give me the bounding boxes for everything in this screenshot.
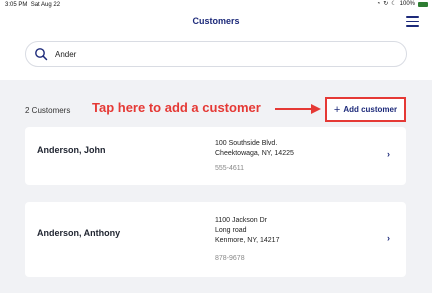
status-bar: 3:05 PM Sat Aug 22 ◔ ↻ ☾ 100% — [0, 0, 432, 11]
customer-name: Anderson, Anthony — [37, 228, 121, 238]
plus-icon: + — [333, 103, 341, 116]
search-input[interactable] — [55, 48, 395, 61]
customer-card[interactable]: Anderson, John 100 Southside Blvd. Cheek… — [25, 127, 406, 185]
lock-rotation-icon: ↻ — [383, 1, 389, 7]
battery-icon — [418, 1, 428, 7]
hamburger-menu-icon[interactable] — [406, 16, 419, 27]
customer-address: 1100 Jackson Dr Long road Kenmore, NY, 1… — [215, 217, 280, 244]
chevron-right-icon: › — [387, 149, 390, 159]
status-time: 3:05 PM Sat Aug 22 — [5, 2, 61, 8]
customer-phone: 878-9678 — [215, 255, 245, 262]
customer-card[interactable]: Anderson, Anthony 1100 Jackson Dr Long r… — [25, 202, 406, 277]
search-icon — [35, 48, 48, 61]
chevron-right-icon: › — [387, 233, 390, 243]
annotation-arrow-icon — [275, 104, 321, 114]
annotation-text: Tap here to add a customer — [92, 100, 261, 115]
page-title: Customers — [192, 16, 240, 26]
status-indicators: ◔ ↻ ☾ 100% — [377, 1, 428, 7]
customer-phone: 555-4611 — [215, 165, 245, 172]
header: Customers — [0, 11, 432, 37]
add-customer-button[interactable]: + Add customer — [325, 97, 406, 122]
customer-count: 2 Customers — [25, 106, 71, 115]
moon-icon: ☾ — [391, 1, 397, 7]
search-bar[interactable] — [25, 41, 407, 67]
wifi-icon: ◔ — [376, 1, 381, 7]
add-customer-label: Add customer — [343, 105, 398, 114]
customer-name: Anderson, John — [37, 145, 106, 155]
customer-list-area: 2 Customers Tap here to add a customer +… — [0, 80, 432, 293]
battery-percent: 100% — [399, 1, 415, 7]
customer-address: 100 Southside Blvd. Cheektowaga, NY, 142… — [215, 140, 294, 157]
